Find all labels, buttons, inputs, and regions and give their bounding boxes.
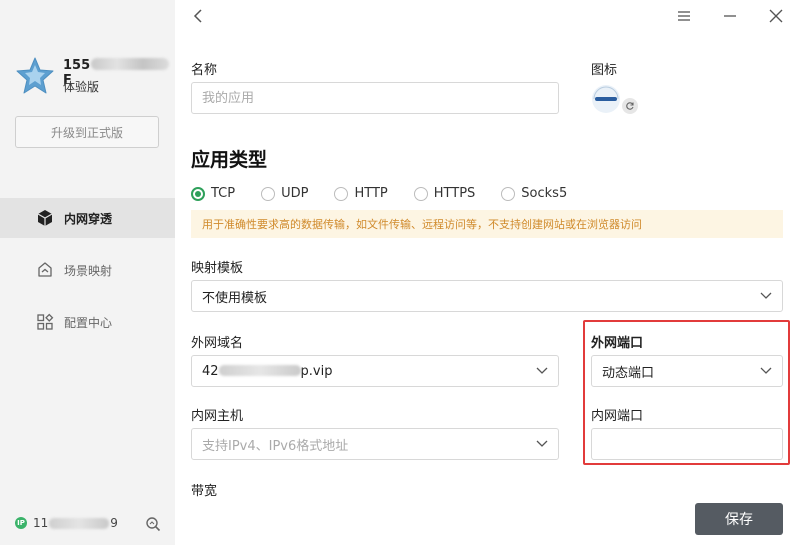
app-icon[interactable] bbox=[591, 84, 621, 114]
sidebar: 155F 体验版 升级到正式版 内网穿透 场景映射 配置中心 IP 11 9 bbox=[0, 0, 175, 545]
public-ip: IP 11 9 bbox=[15, 516, 118, 530]
redacted-blur bbox=[218, 364, 301, 376]
redacted-blur bbox=[91, 58, 170, 70]
bandwidth-label: 带宽 bbox=[191, 484, 218, 499]
domain-label: 外网域名 bbox=[191, 336, 244, 351]
protocol-tip: 用于准确性要求高的数据传输，如文件传输、远程访问等，不支持创建网站或在浏览器访问 bbox=[191, 210, 783, 238]
template-label: 映射模板 bbox=[191, 261, 244, 276]
chevron-down-icon bbox=[536, 440, 548, 447]
radio-http[interactable]: HTTP bbox=[334, 186, 388, 201]
radio-dot bbox=[334, 186, 349, 201]
redacted-blur bbox=[49, 517, 110, 529]
internal-port-input[interactable] bbox=[591, 428, 783, 460]
user-plan: 体验版 bbox=[63, 80, 100, 94]
app-type-title: 应用类型 bbox=[191, 149, 268, 171]
menu-icon[interactable] bbox=[674, 6, 694, 26]
ip-badge: IP bbox=[15, 517, 27, 529]
close-icon[interactable] bbox=[766, 6, 786, 26]
scene-map-icon bbox=[36, 261, 54, 279]
icon-label: 图标 bbox=[591, 63, 618, 78]
template-select[interactable]: 不使用模板 bbox=[191, 280, 783, 312]
sidebar-item-label: 内网穿透 bbox=[64, 211, 113, 226]
grid-settings-icon bbox=[36, 313, 54, 331]
refresh-icon[interactable] bbox=[622, 98, 638, 114]
star-avatar-icon bbox=[16, 57, 54, 94]
minimize-icon[interactable] bbox=[720, 6, 740, 26]
radio-dot bbox=[191, 186, 205, 201]
radio-https[interactable]: HTTPS bbox=[413, 186, 475, 201]
sidebar-item-tunnel[interactable]: 内网穿透 bbox=[0, 198, 175, 238]
radio-dot bbox=[261, 186, 276, 201]
protocol-radio-group: TCP UDP HTTP HTTPS Socks5 bbox=[191, 186, 593, 201]
search-ip-icon[interactable] bbox=[145, 516, 161, 532]
external-port-label: 外网端口 bbox=[591, 336, 644, 351]
radio-dot bbox=[501, 186, 516, 201]
sidebar-item-label: 配置中心 bbox=[64, 315, 113, 330]
radio-udp[interactable]: UDP bbox=[261, 186, 308, 201]
upgrade-button[interactable]: 升级到正式版 bbox=[15, 116, 159, 148]
cube-icon bbox=[36, 209, 54, 227]
back-arrow-icon[interactable] bbox=[190, 6, 208, 26]
chevron-down-icon bbox=[760, 367, 772, 374]
name-input[interactable] bbox=[191, 82, 559, 114]
radio-tcp[interactable]: TCP bbox=[191, 186, 235, 201]
chevron-down-icon bbox=[536, 367, 548, 374]
internal-port-label: 内网端口 bbox=[591, 409, 644, 424]
sidebar-item-label: 场景映射 bbox=[64, 263, 113, 278]
sidebar-item-scene[interactable]: 场景映射 bbox=[0, 250, 175, 290]
external-port-select[interactable]: 动态端口 bbox=[591, 355, 783, 387]
name-label: 名称 bbox=[191, 63, 218, 78]
sidebar-item-config[interactable]: 配置中心 bbox=[0, 302, 175, 342]
internal-host-label: 内网主机 bbox=[191, 409, 244, 424]
domain-select[interactable]: 42 p.vip bbox=[191, 355, 559, 387]
chevron-down-icon bbox=[760, 292, 772, 299]
radio-dot bbox=[413, 186, 428, 201]
internal-host-select[interactable]: 支持IPv4、IPv6格式地址 bbox=[191, 428, 559, 460]
save-button[interactable]: 保存 bbox=[695, 503, 783, 535]
radio-socks5[interactable]: Socks5 bbox=[501, 186, 567, 201]
